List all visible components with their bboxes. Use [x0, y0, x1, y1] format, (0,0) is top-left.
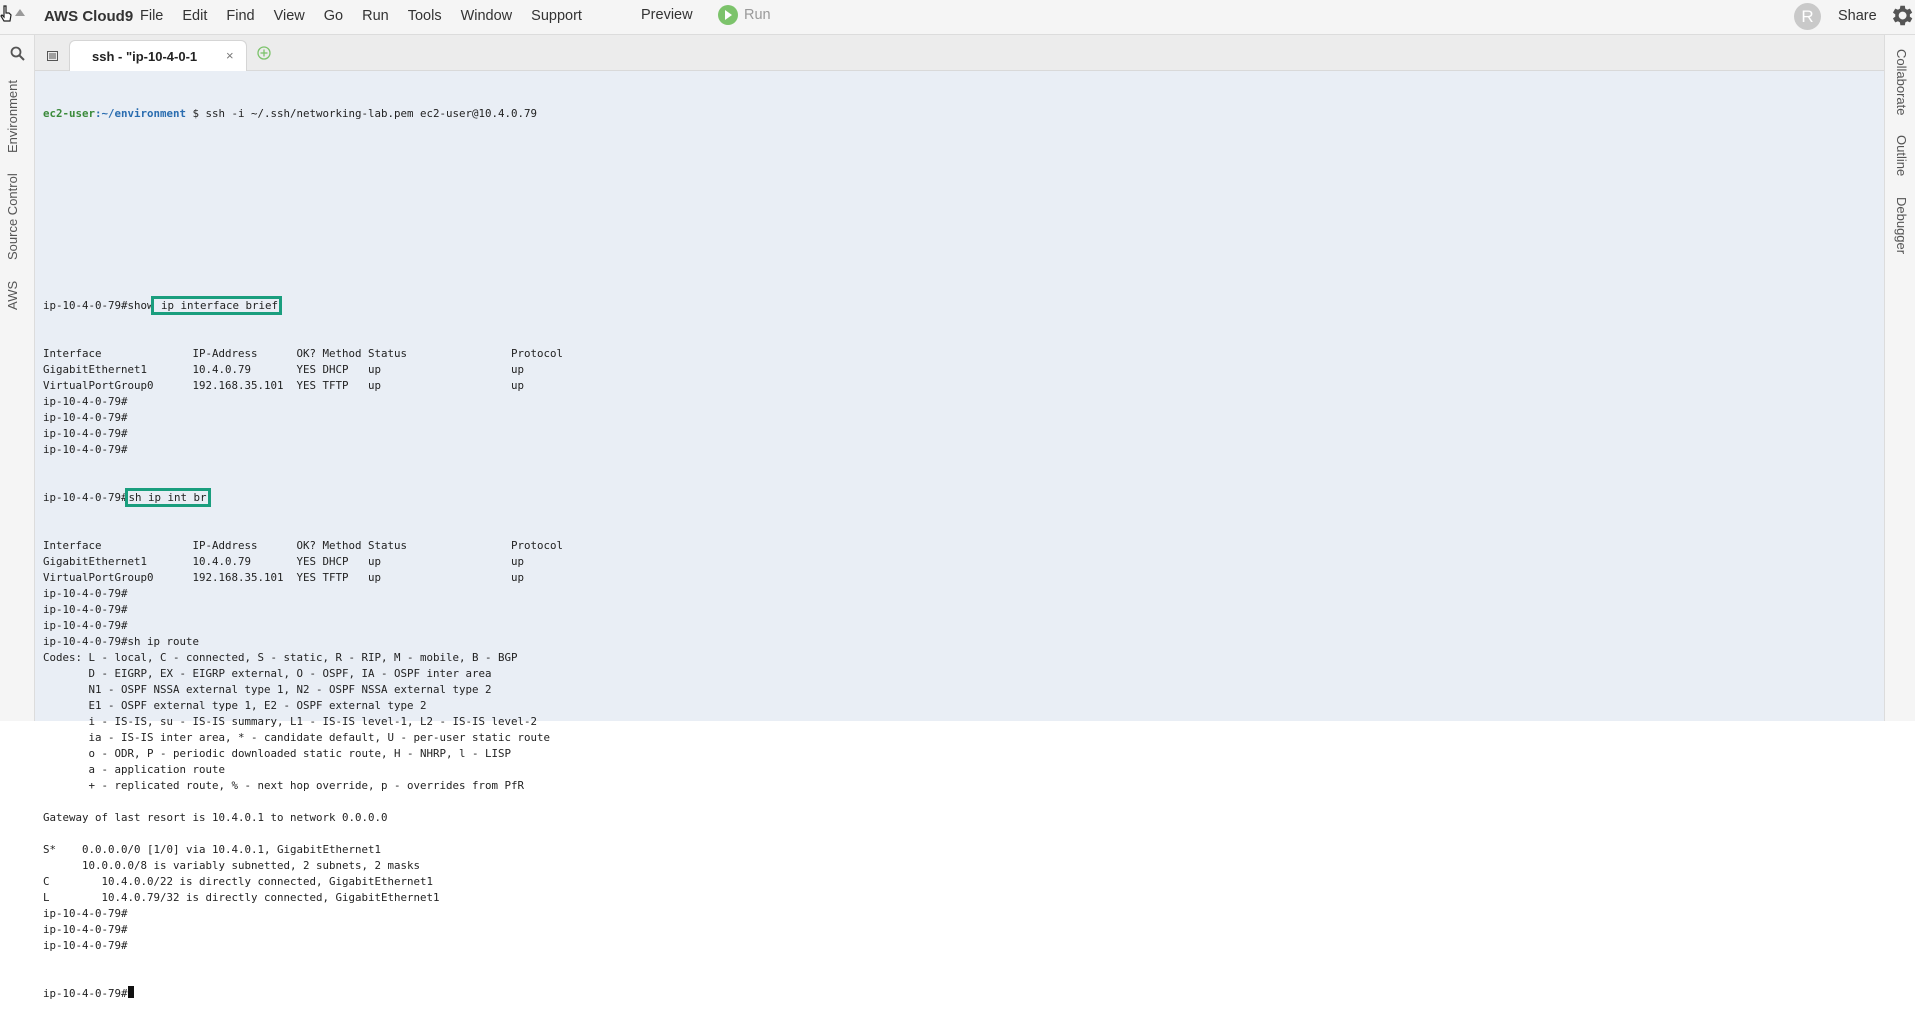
terminal-line: S* 0.0.0.0/0 [1/0] via 10.4.0.1, Gigabit… — [43, 843, 382, 856]
command-prefix: ip-10-4-0-79# — [43, 491, 128, 504]
terminal-line: N1 - OSPF NSSA external type 1, N2 - OSP… — [43, 683, 492, 696]
highlighted-command: sh ip int br — [124, 488, 211, 507]
gear-icon[interactable] — [1888, 2, 1915, 34]
terminal-line: D - EIGRP, EX - EIGRP external, O - OSPF… — [43, 667, 492, 680]
menu-go[interactable]: Go — [324, 8, 343, 24]
tab-label[interactable]: ssh - "ip-10-4-0-1 — [92, 49, 222, 64]
output-block-1: Interface IP-Address OK? Method Status P… — [43, 346, 563, 458]
command-line-2: ip-10-4-0-79#sh ip int br — [43, 488, 563, 507]
current-prompt: ip-10-4-0-79# — [43, 987, 128, 1000]
terminal-line: ia - IS-IS inter area, * - candidate def… — [43, 731, 551, 744]
ssh-command-line: ec2-user:~/environment $ ssh -i ~/.ssh/n… — [43, 106, 563, 122]
terminal-panel[interactable]: ec2-user:~/environment $ ssh -i ~/.ssh/n… — [35, 71, 1884, 1000]
terminal-line: Interface IP-Address OK? Method Status P… — [43, 539, 564, 552]
avatar[interactable]: R — [1794, 3, 1821, 30]
terminal-line: ip-10-4-0-79# — [43, 923, 128, 936]
collapse-arrow-icon[interactable] — [15, 9, 25, 16]
tab-menu-icon[interactable] — [47, 48, 58, 66]
terminal-line: GigabitEthernet1 10.4.0.79 YES DHCP up u… — [43, 555, 525, 568]
sidebar-tab-debugger[interactable]: Debugger — [1894, 197, 1909, 254]
menu-find[interactable]: Find — [226, 8, 254, 24]
terminal-line: VirtualPortGroup0 192.168.35.101 YES TFT… — [43, 379, 525, 392]
sidebar-tab-source-control[interactable]: Source Control — [5, 173, 20, 260]
terminal-line: ip-10-4-0-79#sh ip route — [43, 635, 200, 648]
close-icon[interactable]: × — [226, 48, 234, 63]
prompt-path: :~/environment — [95, 107, 187, 120]
terminal-line: ip-10-4-0-79# — [43, 443, 128, 456]
run-label: Run — [744, 7, 771, 23]
terminal-line: Codes: L - local, C - connected, S - sta… — [43, 651, 518, 664]
terminal-line: o - ODR, P - periodic downloaded static … — [43, 747, 512, 760]
terminal-line: ip-10-4-0-79# — [43, 603, 128, 616]
preview-button[interactable]: Preview — [641, 7, 693, 23]
terminal-line: ip-10-4-0-79# — [43, 619, 128, 632]
menu-view[interactable]: View — [274, 8, 305, 24]
terminal-line: ip-10-4-0-79# — [43, 939, 128, 952]
menu-support[interactable]: Support — [531, 8, 582, 24]
menu-tools[interactable]: Tools — [408, 8, 442, 24]
terminal-line: ip-10-4-0-79# — [43, 587, 128, 600]
terminal-line: a - application route — [43, 763, 226, 776]
terminal-line: Interface IP-Address OK? Method Status P… — [43, 347, 564, 360]
ssh-command: $ ssh -i ~/.ssh/networking-lab.pem ec2-u… — [186, 107, 538, 120]
terminal-line: ip-10-4-0-79# — [43, 427, 128, 440]
command-line-1: ip-10-4-0-79#show ip interface brief — [43, 296, 563, 315]
terminal-output: ec2-user:~/environment $ ssh -i ~/.ssh/n… — [43, 74, 563, 1034]
add-tab-icon[interactable] — [257, 46, 271, 65]
run-play-icon — [718, 5, 738, 25]
sidebar-tab-outline[interactable]: Outline — [1894, 135, 1909, 176]
terminal-line: GigabitEthernet1 10.4.0.79 YES DHCP up u… — [43, 363, 525, 376]
sidebar-tab-aws[interactable]: AWS — [5, 281, 20, 310]
cursor-icon — [0, 4, 14, 29]
run-button[interactable]: Run — [718, 5, 771, 25]
terminal-line: i - IS-IS, su - IS-IS summary, L1 - IS-I… — [43, 715, 538, 728]
output-block-2: Interface IP-Address OK? Method Status P… — [43, 538, 563, 954]
prompt-user: ec2-user — [43, 107, 96, 120]
terminal-line: ip-10-4-0-79# — [43, 395, 128, 408]
terminal-line: + - replicated route, % - next hop overr… — [43, 779, 525, 792]
terminal-line: C 10.4.0.0/22 is directly connected, Gig… — [43, 875, 434, 888]
right-sidebar: Collaborate Outline Debugger — [1884, 35, 1915, 721]
terminal-line: VirtualPortGroup0 192.168.35.101 YES TFT… — [43, 571, 525, 584]
app-brand[interactable]: AWS Cloud9 — [44, 8, 133, 25]
terminal-line: Gateway of last resort is 10.4.0.1 to ne… — [43, 811, 388, 824]
menu-bar: AWS Cloud9 File Edit Find View Go Run To… — [0, 0, 1915, 35]
share-button[interactable]: Share — [1838, 8, 1877, 24]
terminal-cursor — [127, 986, 134, 998]
terminal-line: ip-10-4-0-79# — [43, 907, 128, 920]
command-prefix: ip-10-4-0-79#show — [43, 299, 154, 312]
menu-edit[interactable]: Edit — [182, 8, 207, 24]
current-prompt-line: ip-10-4-0-79# — [43, 986, 563, 1002]
terminal-line: L 10.4.0.79/32 is directly connected, Gi… — [43, 891, 440, 904]
terminal-line: E1 - OSPF external type 1, E2 - OSPF ext… — [43, 699, 427, 712]
sidebar-tab-environment[interactable]: Environment — [5, 80, 20, 153]
highlighted-command: ip interface brief — [150, 296, 283, 315]
search-icon[interactable] — [10, 46, 25, 66]
menu-window[interactable]: Window — [461, 8, 513, 24]
terminal-line: ip-10-4-0-79# — [43, 411, 128, 424]
sidebar-tab-collaborate[interactable]: Collaborate — [1894, 49, 1909, 116]
editor-tab-bar: ssh - "ip-10-4-0-1 × — [35, 35, 1884, 71]
left-sidebar: Environment Source Control AWS — [0, 35, 35, 721]
menu-run[interactable]: Run — [362, 8, 389, 24]
terminal-line: 10.0.0.0/8 is variably subnetted, 2 subn… — [43, 859, 421, 872]
main-menu: File Edit Find View Go Run Tools Window … — [140, 8, 601, 24]
menu-file[interactable]: File — [140, 8, 163, 24]
